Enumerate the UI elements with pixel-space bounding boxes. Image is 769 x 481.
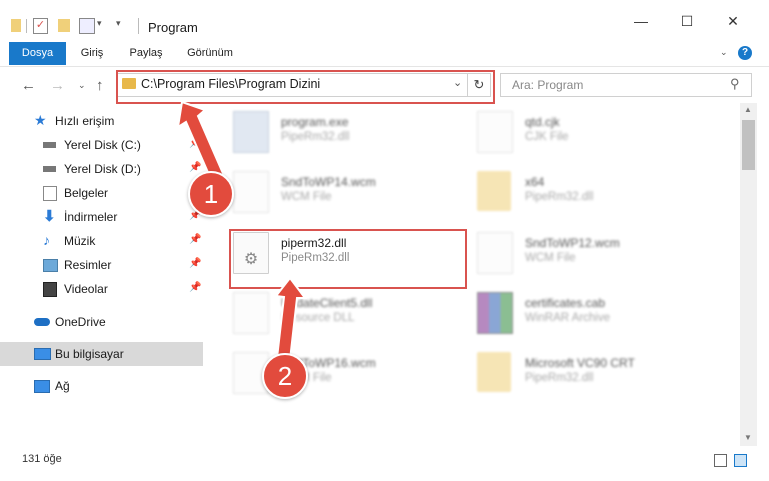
annotation-arrows	[176, 100, 307, 362]
step-1-badge: 1	[188, 171, 234, 217]
step-2-badge: 2	[262, 353, 308, 399]
arrow-2	[274, 276, 307, 362]
